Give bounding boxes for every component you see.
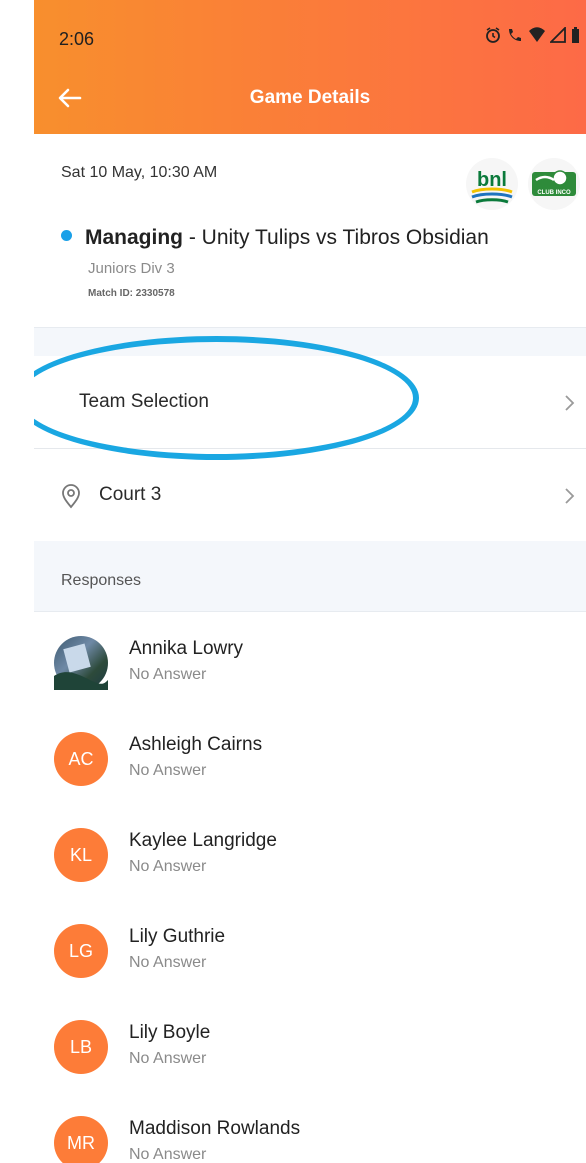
person-name: Lily Guthrie [129, 926, 226, 947]
avatar: LB [54, 1020, 108, 1074]
match-teams: Unity Tulips vs Tibros Obsidian [201, 226, 489, 249]
avatar: AC [54, 732, 108, 786]
avatar: KL [54, 828, 108, 882]
response-row[interactable]: LB Lily Boyle No Answer [34, 996, 586, 1093]
status-dot [61, 229, 72, 241]
headline-separator: - [183, 226, 202, 249]
match-id: Match ID: 2330578 [88, 288, 175, 299]
person-name: Lily Boyle [129, 1022, 211, 1043]
away-team-logo: CLUB INCO [528, 158, 580, 210]
svg-text:CLUB INCO: CLUB INCO [537, 190, 571, 196]
responses-section-header: Responses [34, 541, 586, 612]
person-name: Annika Lowry [129, 638, 244, 659]
person-status: No Answer [129, 666, 207, 683]
team-selection-row[interactable]: Team Selection [34, 356, 586, 449]
person-name: Ashleigh Cairns [129, 734, 263, 755]
battery-icon [570, 26, 580, 49]
chevron-right-icon [562, 394, 576, 412]
match-division: Juniors Div 3 [88, 260, 175, 277]
response-row[interactable]: Annika Lowry No Answer [34, 612, 586, 709]
avatar: LG [54, 924, 108, 978]
app-header: 2:06 Game Details [34, 0, 586, 134]
match-datetime: Sat 10 May, 10:30 AM [61, 164, 218, 181]
wifi-call-icon [506, 26, 524, 49]
response-row[interactable]: LG Lily Guthrie No Answer [34, 900, 586, 997]
person-name: Kaylee Langridge [129, 830, 277, 851]
wifi-icon [528, 27, 546, 48]
page-title: Game Details [249, 87, 371, 108]
avatar [54, 636, 108, 690]
court-label: Court 3 [99, 484, 162, 505]
court-row[interactable]: Court 3 [34, 449, 586, 542]
person-status: No Answer [129, 762, 207, 779]
response-row[interactable]: KL Kaylee Langridge No Answer [34, 804, 586, 901]
team-logos: bnl CLUB INCO [466, 158, 580, 210]
role-label: Managing [85, 226, 183, 249]
status-time: 2:06 [59, 29, 95, 49]
signal-icon [548, 25, 566, 48]
person-status: No Answer [129, 954, 207, 971]
match-info-card: Sat 10 May, 10:30 AM bnl CLUB INCO Manag… [34, 134, 586, 327]
alarm-icon [484, 26, 502, 49]
status-icons [484, 25, 580, 49]
person-name: Maddison Rowlands [129, 1118, 301, 1139]
match-headline: Managing - Unity Tulips vs Tibros Obsidi… [61, 226, 489, 250]
response-row[interactable]: MR Maddison Rowlands No Answer [34, 1092, 586, 1163]
location-pin-icon [60, 483, 82, 509]
person-status: No Answer [129, 858, 207, 875]
game-details-screen: 2:06 Game Details Sat 10 May, 10:30 AM b… [34, 0, 586, 1163]
chevron-right-icon [562, 487, 576, 505]
avatar: MR [54, 1116, 108, 1163]
home-team-logo: bnl [466, 158, 518, 210]
person-status: No Answer [129, 1146, 207, 1163]
section-divider [34, 327, 586, 357]
team-selection-label: Team Selection [79, 391, 209, 412]
person-status: No Answer [129, 1050, 207, 1067]
responses-heading: Responses [61, 572, 142, 589]
response-row[interactable]: AC Ashleigh Cairns No Answer [34, 708, 586, 805]
